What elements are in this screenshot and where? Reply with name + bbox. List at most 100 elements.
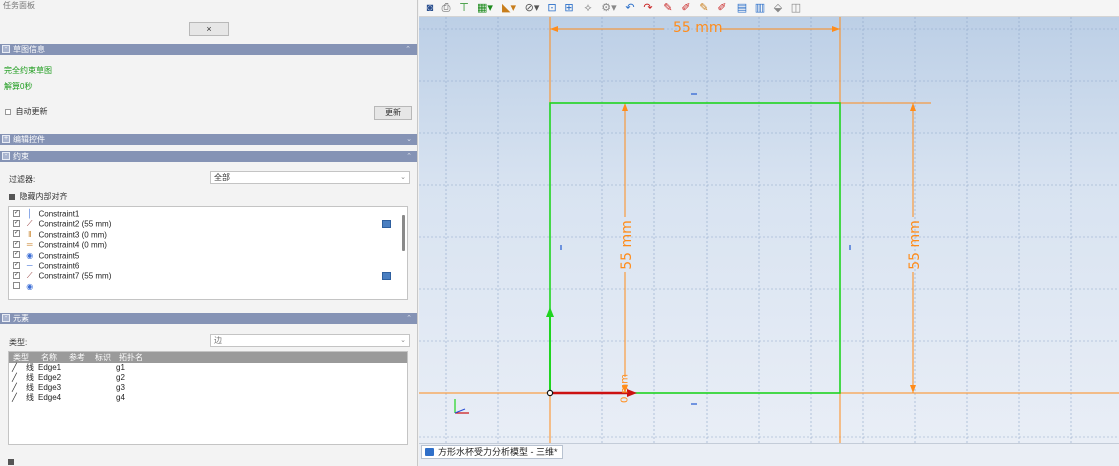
- view-icon[interactable]: ◙: [423, 1, 437, 15]
- constraint-checkbox[interactable]: ✓: [13, 251, 20, 259]
- type-label: 类型:: [9, 338, 28, 347]
- table-row[interactable]: ╱ 线 Edge3 g3: [9, 383, 407, 393]
- horizontal-constraint-icon: ─: [26, 260, 33, 270]
- print-icon[interactable]: ⎙: [439, 1, 453, 15]
- constraint-list-scrollbar[interactable]: [402, 209, 406, 297]
- scrollbar-thumb[interactable]: [402, 215, 405, 251]
- update-button[interactable]: 更新: [374, 106, 412, 120]
- collapse-icon[interactable]: -: [2, 314, 10, 322]
- table-row[interactable]: ╱ 线 Edge4 g4: [9, 393, 407, 403]
- filter-select[interactable]: 全部 ⌄: [210, 171, 410, 184]
- constraint-row[interactable]: ✓ ⟋ Constraint7 (55 mm): [11, 271, 399, 281]
- constraint-row[interactable]: ✓ │ Constraint1: [11, 209, 399, 219]
- coincident-icon: ◉: [26, 250, 34, 260]
- sketch-edit-icon[interactable]: ✐: [679, 1, 693, 15]
- constraint-row[interactable]: ✓ ⟋ Constraint2 (55 mm): [11, 219, 399, 229]
- constraint-row-partial[interactable]: ◉: [11, 282, 399, 292]
- chevron-up-icon[interactable]: ⌃: [406, 151, 412, 162]
- view-section-icon[interactable]: ◫: [789, 1, 803, 15]
- expression-icon[interactable]: [382, 272, 391, 281]
- chevron-up-icon[interactable]: ⌃: [406, 313, 412, 324]
- filter-label: 过滤器:: [9, 175, 36, 184]
- line-icon: ╱: [12, 363, 17, 372]
- sketch-merge-icon[interactable]: ▥: [753, 1, 767, 15]
- auto-update-label: 自动更新: [15, 107, 48, 116]
- section-constraints[interactable]: - 约束 ⌃: [0, 151, 417, 162]
- table-row[interactable]: ╱ 线 Edge1 g1: [9, 363, 407, 373]
- sketch-reorient-icon[interactable]: ✐: [715, 1, 729, 15]
- distance-constraint-icon: ⟋: [26, 271, 33, 281]
- point-tool-icon[interactable]: ⊤: [457, 1, 471, 15]
- dimension-top-label[interactable]: 55 mm: [673, 20, 723, 36]
- dimension-inner-label[interactable]: 55 mm: [619, 215, 635, 275]
- constraint-checkbox[interactable]: ✓: [13, 240, 20, 248]
- section-elements[interactable]: - 元素 ⌃: [0, 313, 417, 324]
- constraint-checkbox[interactable]: [13, 282, 20, 290]
- collapse-icon[interactable]: -: [2, 45, 10, 53]
- section-edit-controls[interactable]: + 编辑控件 ⌄: [0, 134, 417, 145]
- cut-off-checkbox[interactable]: [8, 458, 14, 465]
- undo-icon[interactable]: ↶: [623, 1, 637, 15]
- constraint-list[interactable]: ✓ │ Constraint1 ✓ ⟋ Constraint2 (55 mm) …: [8, 206, 408, 300]
- constraint-checkbox[interactable]: ✓: [13, 230, 20, 238]
- element-table-header: 类型 名称 参考 标识 拓扑名: [9, 352, 407, 363]
- hide-internal-label: 隐藏内部对齐: [19, 192, 68, 201]
- sketch-map-icon[interactable]: ✎: [697, 1, 711, 15]
- block-icon[interactable]: ⊘▾: [523, 1, 541, 15]
- dropdown-arrow-icon: ⌄: [400, 337, 406, 344]
- sketch-validate-icon[interactable]: ▤: [735, 1, 749, 15]
- axonometric-icon[interactable]: ⟡: [579, 1, 597, 15]
- sketch-grid: [419, 17, 1119, 443]
- constraint-row[interactable]: ✓ ‖ Constraint3 (0 mm): [11, 230, 399, 240]
- constraint-row[interactable]: ✓ ═ Constraint4 (0 mm): [11, 240, 399, 250]
- dimension-right-label[interactable]: 55 mm: [907, 215, 923, 275]
- document-icon: [425, 448, 434, 456]
- sketch-viewport[interactable]: 55 mm 55 mm 55 mm 0 mm: [419, 17, 1119, 443]
- constraint-row[interactable]: ✓ ◉ Constraint5: [11, 251, 399, 261]
- line-icon: ╱: [12, 373, 17, 382]
- expand-icon[interactable]: +: [2, 135, 10, 143]
- chevron-up-icon[interactable]: ⌃: [405, 44, 411, 55]
- collapse-icon[interactable]: -: [2, 152, 10, 160]
- chevron-down-icon[interactable]: ⌄: [406, 134, 412, 145]
- zoom-fit-icon[interactable]: ⊡: [545, 1, 559, 15]
- dimension-zero-label[interactable]: 0 mm: [620, 369, 631, 409]
- line-icon: ╱: [12, 393, 17, 402]
- zoom-window-icon[interactable]: ⊞: [562, 1, 576, 15]
- task-panel: 任务面板 × - 草图信息 ⌃ 完全约束草图 解算0秒 自动更新 更新 + 编辑…: [0, 0, 418, 466]
- origin-point: [546, 389, 554, 397]
- vertical-distance-icon: ‖: [28, 229, 32, 239]
- section-sketch-info[interactable]: - 草图信息 ⌃: [0, 44, 417, 55]
- sketch-new-icon[interactable]: ✎: [661, 1, 675, 15]
- paint-icon[interactable]: ◣▾: [499, 1, 519, 15]
- document-tab[interactable]: 方形水杯受力分析模型 - 三维*: [421, 445, 563, 459]
- line-icon: ╱: [12, 383, 17, 392]
- expression-icon[interactable]: [382, 220, 391, 229]
- constraint-checkbox[interactable]: ✓: [13, 220, 20, 228]
- grid-tool-icon[interactable]: ▦▾: [475, 1, 495, 15]
- distance-constraint-icon: ⟋: [26, 219, 33, 229]
- sketch-square: [549, 102, 841, 394]
- constraint-checkbox[interactable]: ✓: [13, 261, 20, 269]
- coincident-icon: ◉: [26, 281, 34, 291]
- constraint-markers: [560, 93, 851, 405]
- close-button[interactable]: ×: [189, 22, 229, 36]
- sketch-canvas[interactable]: [419, 17, 1119, 443]
- redo-icon[interactable]: ↷: [641, 1, 655, 15]
- sketch-toolbar: ◙ ⎙ ⊤ ▦▾ ◣▾ ⊘▾ ⊡ ⊞ ⟡ ⚙▾ ↶ ↷ ✎ ✐ ✎ ✐ ▤ ▥ …: [419, 0, 1119, 17]
- sketch-mirror-icon[interactable]: ⬙: [771, 1, 785, 15]
- vertical-constraint-icon: │: [27, 209, 33, 218]
- type-select[interactable]: 边 ⌄: [210, 334, 410, 347]
- horizontal-distance-icon: ═: [26, 240, 33, 250]
- constraint-checkbox[interactable]: ✓: [13, 209, 20, 217]
- table-row[interactable]: ╱ 线 Edge2 g2: [9, 373, 407, 383]
- panel-title: 任务面板: [3, 1, 35, 10]
- element-table[interactable]: 类型 名称 参考 标识 拓扑名 ╱ 线 Edge1 g1 ╱ 线 Edge2 g…: [8, 351, 408, 445]
- solve-time: 解算0秒: [4, 82, 33, 91]
- select-filter-icon[interactable]: ⚙▾: [599, 1, 619, 15]
- constraint-checkbox[interactable]: ✓: [13, 272, 20, 280]
- hide-internal-checkbox[interactable]: [9, 193, 15, 200]
- document-tab-bar: 方形水杯受力分析模型 - 三维*: [419, 443, 1119, 466]
- auto-update-checkbox[interactable]: [5, 108, 11, 115]
- constraint-row[interactable]: ✓ ─ Constraint6: [11, 261, 399, 271]
